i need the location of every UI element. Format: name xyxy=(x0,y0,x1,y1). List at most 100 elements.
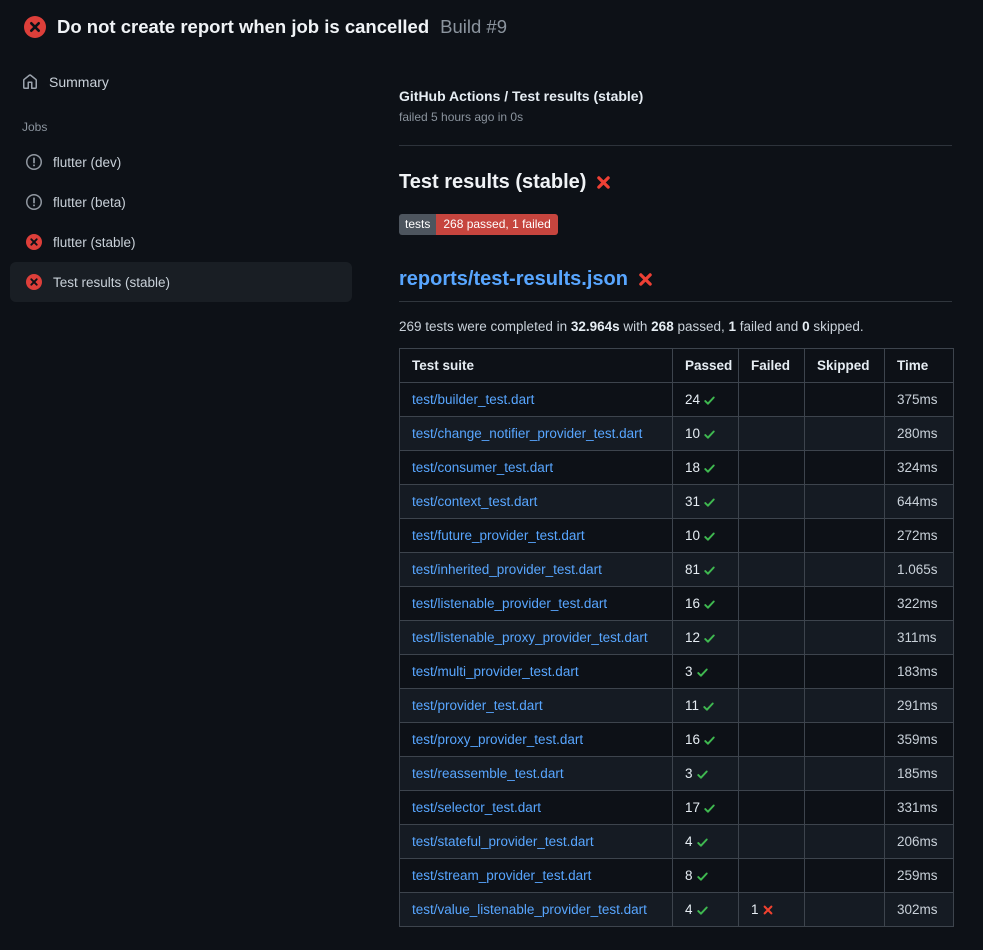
test-suite-link[interactable]: test/listenable_provider_test.dart xyxy=(412,596,607,611)
time-cell: 359ms xyxy=(885,723,954,757)
test-suite-link[interactable]: test/proxy_provider_test.dart xyxy=(412,732,583,747)
x-icon xyxy=(762,902,774,917)
build-number: Build #9 xyxy=(440,16,507,38)
test-suite-link[interactable]: test/context_test.dart xyxy=(412,494,537,509)
check-icon xyxy=(703,596,716,611)
table-row: test/proxy_provider_test.dart 16 359ms xyxy=(400,723,954,757)
section-title: Test results (stable) xyxy=(399,171,952,194)
table-row: test/stream_provider_test.dart 8 259ms xyxy=(400,859,954,893)
check-icon xyxy=(702,698,715,713)
table-row: test/provider_test.dart 11 291ms xyxy=(400,689,954,723)
table-row: test/stateful_provider_test.dart 4 206ms xyxy=(400,825,954,859)
sidebar-item-summary[interactable]: Summary xyxy=(10,64,352,100)
skipped-cell xyxy=(805,893,885,927)
x-mark-icon xyxy=(637,271,654,288)
table-row: test/builder_test.dart 24 375ms xyxy=(400,383,954,417)
passed-count: 4 xyxy=(685,834,693,849)
main-content: GitHub Actions / Test results (stable) f… xyxy=(380,50,983,927)
table-row: test/consumer_test.dart 18 324ms xyxy=(400,451,954,485)
report-title: reports/test-results.json xyxy=(399,268,952,302)
passed-total: 268 xyxy=(651,319,674,334)
check-icon xyxy=(703,460,716,475)
skipped-cell xyxy=(805,723,885,757)
check-icon xyxy=(703,562,716,577)
test-suite-link[interactable]: test/builder_test.dart xyxy=(412,392,534,407)
badge-value: 268 passed, 1 failed xyxy=(436,214,557,235)
time-cell: 259ms xyxy=(885,859,954,893)
time-cell: 324ms xyxy=(885,451,954,485)
report-file-link[interactable]: reports/test-results.json xyxy=(399,268,628,291)
x-mark-icon xyxy=(595,174,612,191)
x-circle-icon xyxy=(26,234,42,250)
job-label: flutter (dev) xyxy=(53,155,121,170)
breadcrumb: GitHub Actions / Test results (stable) xyxy=(399,88,952,104)
passed-count: 18 xyxy=(685,460,700,475)
column-header-failed: Failed xyxy=(739,349,805,383)
passed-count: 17 xyxy=(685,800,700,815)
failed-total: 1 xyxy=(729,319,737,334)
run-status-line: failed 5 hours ago in 0s xyxy=(399,110,952,124)
check-icon xyxy=(703,494,716,509)
passed-count: 31 xyxy=(685,494,700,509)
passed-count: 24 xyxy=(685,392,700,407)
test-suite-link[interactable]: test/inherited_provider_test.dart xyxy=(412,562,602,577)
sidebar-job-item[interactable]: flutter (stable) xyxy=(10,222,352,262)
sidebar-job-item[interactable]: flutter (beta) xyxy=(10,182,352,222)
table-row: test/change_notifier_provider_test.dart … xyxy=(400,417,954,451)
tests-status-badge: tests 268 passed, 1 failed xyxy=(399,214,558,235)
skipped-cell xyxy=(805,451,885,485)
check-icon xyxy=(703,528,716,543)
home-icon xyxy=(22,74,38,90)
time-cell: 311ms xyxy=(885,621,954,655)
test-suite-link[interactable]: test/multi_provider_test.dart xyxy=(412,664,579,679)
column-header-test-suite: Test suite xyxy=(400,349,673,383)
x-circle-icon xyxy=(26,274,42,290)
table-row: test/listenable_provider_test.dart 16 32… xyxy=(400,587,954,621)
test-suite-link[interactable]: test/listenable_proxy_provider_test.dart xyxy=(412,630,648,645)
check-icon xyxy=(696,902,709,917)
passed-count: 81 xyxy=(685,562,700,577)
test-suite-link[interactable]: test/reassemble_test.dart xyxy=(412,766,564,781)
time-cell: 322ms xyxy=(885,587,954,621)
skipped-cell xyxy=(805,825,885,859)
total-duration: 32.964s xyxy=(571,319,620,334)
check-icon xyxy=(703,426,716,441)
passed-count: 10 xyxy=(685,426,700,441)
test-suite-link[interactable]: test/future_provider_test.dart xyxy=(412,528,585,543)
test-results-table: Test suite Passed Failed Skipped Time te… xyxy=(399,348,954,927)
test-suite-link[interactable]: test/selector_test.dart xyxy=(412,800,541,815)
test-suite-link[interactable]: test/consumer_test.dart xyxy=(412,460,553,475)
sidebar-job-item[interactable]: Test results (stable) xyxy=(10,262,352,302)
table-row: test/value_listenable_provider_test.dart… xyxy=(400,893,954,927)
table-row: test/inherited_provider_test.dart 81 1.0… xyxy=(400,553,954,587)
passed-count: 3 xyxy=(685,664,693,679)
job-label: Test results (stable) xyxy=(53,275,170,290)
results-table-body: test/builder_test.dart 24 375ms test/cha… xyxy=(400,383,954,927)
check-icon xyxy=(696,664,709,679)
alert-circle-icon xyxy=(26,154,42,170)
test-suite-link[interactable]: test/stateful_provider_test.dart xyxy=(412,834,594,849)
page-title: Do not create report when job is cancell… xyxy=(57,16,429,38)
column-header-passed: Passed xyxy=(673,349,739,383)
table-row: test/context_test.dart 31 644ms xyxy=(400,485,954,519)
test-suite-link[interactable]: test/provider_test.dart xyxy=(412,698,543,713)
check-icon xyxy=(696,766,709,781)
job-list: flutter (dev) flutter (beta) xyxy=(10,142,352,302)
time-cell: 183ms xyxy=(885,655,954,689)
test-suite-link[interactable]: test/value_listenable_provider_test.dart xyxy=(412,902,647,917)
sidebar-job-item[interactable]: flutter (dev) xyxy=(10,142,352,182)
test-suite-link[interactable]: test/stream_provider_test.dart xyxy=(412,868,591,883)
passed-count: 4 xyxy=(685,902,693,917)
test-summary-line: 269 tests were completed in 32.964s with… xyxy=(399,319,952,334)
passed-count: 12 xyxy=(685,630,700,645)
sidebar: Summary Jobs flutter (dev) xyxy=(0,50,380,302)
table-row: test/listenable_proxy_provider_test.dart… xyxy=(400,621,954,655)
job-label: flutter (stable) xyxy=(53,235,136,250)
table-row: test/selector_test.dart 17 331ms xyxy=(400,791,954,825)
check-icon xyxy=(703,392,716,407)
check-icon xyxy=(703,630,716,645)
test-suite-link[interactable]: test/change_notifier_provider_test.dart xyxy=(412,426,642,441)
skipped-cell xyxy=(805,587,885,621)
time-cell: 375ms xyxy=(885,383,954,417)
time-cell: 331ms xyxy=(885,791,954,825)
